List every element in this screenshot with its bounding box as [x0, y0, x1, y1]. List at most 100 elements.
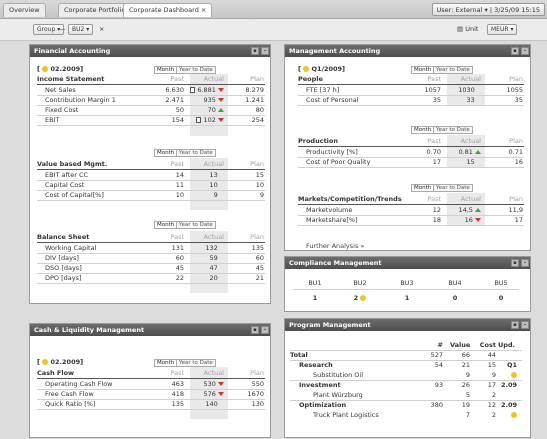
- segment-month[interactable]: Month: [154, 359, 178, 367]
- status-dot-icon: [497, 411, 517, 419]
- segment-year-to-date[interactable]: Year to Date: [433, 184, 473, 192]
- segment-month[interactable]: Month: [154, 66, 178, 74]
- panel-title: Compliance Management: [289, 259, 382, 267]
- program-row-label[interactable]: Truck Plant Logistics: [313, 411, 379, 419]
- program-row-label[interactable]: Research: [299, 361, 333, 369]
- col-past: Past: [427, 137, 441, 145]
- kpi-label: DPO [days]: [45, 274, 82, 282]
- panel-menu-icon[interactable]: ▪: [251, 326, 259, 334]
- section-title: Markets/Competition/Trends: [298, 195, 402, 203]
- unit-dropdown[interactable]: MEUR ▾: [487, 24, 518, 35]
- kpi-actual: 530: [190, 380, 224, 388]
- segment-year-to-date[interactable]: Year to Date: [176, 149, 216, 157]
- kpi-label: Cost of Poor Quality: [306, 158, 371, 166]
- col-plan: Plan: [250, 160, 264, 168]
- kpi-plan: 80: [255, 106, 264, 114]
- clear-filter-icon[interactable]: ×: [99, 25, 104, 33]
- panel-header: Cash & Liquidity Management ▪ –: [30, 324, 270, 336]
- col-actual: Actual: [460, 195, 481, 203]
- section-title: Production: [298, 137, 338, 145]
- bu-dropdown[interactable]: BU2 ▾: [68, 24, 94, 35]
- compliance-value: 0: [498, 294, 504, 302]
- panel-menu-icon[interactable]: ▪: [511, 321, 519, 329]
- minimize-icon[interactable]: –: [521, 321, 529, 329]
- segment-month[interactable]: Month: [154, 221, 178, 229]
- segment-month[interactable]: Month: [411, 66, 435, 74]
- segment-year-to-date[interactable]: Year to Date: [176, 66, 216, 74]
- segment-year-to-date[interactable]: Year to Date: [433, 126, 473, 134]
- segment-year-to-date[interactable]: Year to Date: [176, 359, 216, 367]
- tab-label: Corporate Dashboard: [129, 6, 199, 14]
- program-value: 7: [465, 411, 470, 419]
- panel-menu-icon[interactable]: ▪: [511, 47, 519, 55]
- report-date: [ 02.2009]: [37, 358, 84, 366]
- col-past: Past: [170, 369, 184, 377]
- status-dot-icon: [42, 66, 49, 72]
- program-header: #: [437, 341, 443, 349]
- document-icon[interactable]: [196, 117, 202, 123]
- segment-year-to-date[interactable]: Year to Date: [433, 66, 473, 74]
- panel-menu-icon[interactable]: ▪: [251, 47, 259, 55]
- table-icon: ▤: [457, 25, 464, 33]
- compliance-management-panel: Compliance Management ▪ – BU1 1 BU2 2 BU3 1 BU4…: [284, 256, 531, 312]
- chevron-down-icon: ▾: [86, 26, 90, 33]
- panel-menu-icon[interactable]: ▪: [511, 259, 519, 267]
- kpi-plan: 135: [251, 244, 264, 252]
- row-divider: [290, 360, 522, 361]
- user-label: User: External: [436, 6, 483, 14]
- kpi-past: 50: [175, 106, 184, 114]
- status-dot-icon: [497, 371, 517, 379]
- report-date: [ Q1/2009]: [298, 65, 346, 73]
- program-cost: 44: [487, 351, 496, 359]
- panel-title: Program Management: [289, 321, 371, 329]
- trend-down-icon: [218, 88, 224, 92]
- program-row-label[interactable]: Plant Würzburg: [313, 391, 363, 399]
- kpi-actual: 0.81: [447, 148, 481, 156]
- program-row-label[interactable]: Optimization: [299, 401, 346, 409]
- user-menu[interactable]: User: External ▾ | 3/25/09 15:15: [431, 3, 545, 16]
- col-plan: Plan: [250, 369, 264, 377]
- tab-label: Corporate Portfolio: [64, 6, 126, 14]
- kpi-past: 45: [175, 264, 184, 272]
- minimize-icon[interactable]: –: [521, 259, 529, 267]
- kpi-plan: 9: [259, 191, 264, 199]
- col-plan: Plan: [509, 195, 523, 203]
- tab-overview[interactable]: Overview: [3, 3, 46, 17]
- document-icon[interactable]: [190, 87, 196, 93]
- row-divider: [293, 289, 519, 290]
- further-analysis-link[interactable]: Further Analysis »: [306, 242, 364, 250]
- close-tab-icon[interactable]: ×: [201, 6, 206, 14]
- segment-month[interactable]: Month: [411, 126, 435, 134]
- dropdown-value: MEUR: [491, 26, 509, 33]
- program-header: Value: [450, 341, 471, 349]
- trend-up-icon: [475, 150, 481, 154]
- segment-month[interactable]: Month: [154, 149, 178, 157]
- kpi-plan: 0.71: [508, 148, 523, 156]
- minimize-icon[interactable]: –: [261, 47, 269, 55]
- segment-year-to-date[interactable]: Year to Date: [176, 221, 216, 229]
- program-row-label[interactable]: Investment: [299, 381, 341, 389]
- program-value: 5: [465, 391, 470, 399]
- row-divider: [298, 225, 524, 226]
- tab-label: Overview: [9, 6, 40, 14]
- row-divider: [37, 115, 265, 116]
- tab-bar: Overview Corporate Portfolio Corporate D…: [0, 0, 547, 19]
- kpi-plan: 8.279: [245, 86, 264, 94]
- program-count: 54: [434, 361, 443, 369]
- col-actual: Actual: [203, 75, 224, 83]
- tab-corporate-dashboard[interactable]: Corporate Dashboard ×: [123, 3, 213, 17]
- compliance-header: BU5: [494, 279, 508, 287]
- col-past: Past: [170, 160, 184, 168]
- tab-corporate-portfolio[interactable]: Corporate Portfolio: [58, 3, 132, 17]
- minimize-icon[interactable]: –: [261, 326, 269, 334]
- minimize-icon[interactable]: –: [521, 47, 529, 55]
- compliance-header: BU3: [400, 279, 414, 287]
- col-past: Past: [170, 233, 184, 241]
- kpi-plan: 1.241: [245, 96, 264, 104]
- segment-month[interactable]: Month: [411, 184, 435, 192]
- program-row-label[interactable]: Substitution Oil: [313, 371, 363, 379]
- section-title: Value based Mgmt.: [37, 160, 108, 168]
- program-value: 26: [461, 381, 470, 389]
- kpi-actual: 13: [209, 171, 218, 179]
- kpi-past: 131: [171, 244, 184, 252]
